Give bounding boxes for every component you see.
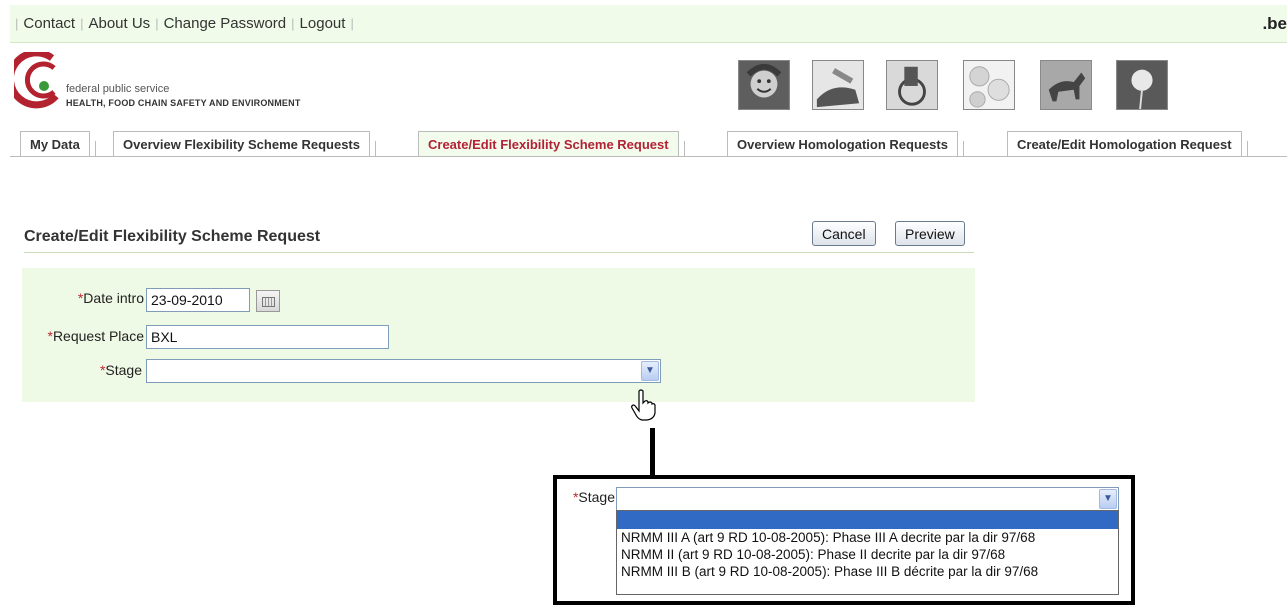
stage-select[interactable]: ▼: [146, 359, 661, 383]
logo-line-2: HEALTH, FOOD CHAIN SAFETY AND ENVIRONMEN…: [66, 98, 301, 108]
be-domain-logo[interactable]: .be: [1262, 14, 1287, 34]
callout-stage-label: *Stage: [572, 489, 615, 505]
horse-photo-icon: [1041, 61, 1091, 109]
separator: |: [155, 16, 159, 31]
separator: |: [15, 16, 19, 31]
dropdown-option-empty[interactable]: [617, 511, 1118, 529]
request-place-label: *Request Place: [47, 328, 144, 344]
tab-my-data[interactable]: My Data: [20, 131, 96, 157]
calendar-picker-icon[interactable]: [256, 290, 280, 312]
injection-photo-icon: [813, 61, 863, 109]
chevron-down-icon[interactable]: ▼: [1099, 489, 1117, 509]
date-intro-label: *Date intro: [77, 290, 144, 306]
hand-pointer-cursor-icon: [631, 389, 656, 421]
chevron-down-icon[interactable]: ▼: [641, 361, 659, 381]
header-photo-horse: [1040, 60, 1092, 110]
child-photo-icon: [739, 61, 789, 109]
tab-create-edit-flexibility-scheme-request[interactable]: Create/Edit Flexibility Scheme Request: [418, 131, 685, 157]
header-photo-child: [738, 60, 790, 110]
logo-line-1: federal public service: [66, 83, 170, 95]
header-photo-wheelchair: [886, 60, 938, 110]
cancel-button[interactable]: Cancel: [812, 221, 876, 246]
fps-logo-mark-icon: [14, 52, 59, 109]
request-form-panel: *Date intro 23-09-2010 *Request Place BX…: [22, 268, 975, 402]
dropdown-option-nrmm-iii-a[interactable]: NRMM III A (art 9 RD 10-08-2005): Phase …: [617, 529, 1118, 546]
fps-health-logo[interactable]: federal public service HEALTH, FOOD CHAI…: [14, 52, 314, 112]
separator: |: [350, 16, 354, 31]
header-photo-medical: [812, 60, 864, 110]
separator: |: [291, 16, 295, 31]
preview-button[interactable]: Preview: [895, 221, 965, 246]
callout-connector-line: [650, 428, 655, 476]
change-password-link[interactable]: Change Password: [164, 15, 287, 32]
header-photo-pills: [963, 60, 1015, 110]
separator: |: [80, 16, 84, 31]
top-utility-bar: | Contact | About Us | Change Password |…: [10, 5, 1287, 43]
header-photo-dandelion: [1116, 60, 1168, 110]
about-us-link[interactable]: About Us: [88, 15, 150, 32]
date-intro-input[interactable]: 23-09-2010: [146, 288, 250, 312]
callout-stage-select[interactable]: ▼: [616, 487, 1119, 511]
request-place-input[interactable]: BXL: [146, 325, 389, 349]
logout-link[interactable]: Logout: [300, 15, 346, 32]
tab-baseline: [10, 156, 1287, 157]
tab-create-edit-homologation-request[interactable]: Create/Edit Homologation Request: [1007, 131, 1248, 157]
stage-label: *Stage: [99, 362, 142, 378]
pills-photo-icon: [964, 61, 1014, 109]
wheelchair-photo-icon: [887, 61, 937, 109]
dandelion-photo-icon: [1117, 61, 1167, 109]
tab-overview-homologation-requests[interactable]: Overview Homologation Requests: [727, 131, 964, 157]
stage-dropdown-list: NRMM III A (art 9 RD 10-08-2005): Phase …: [616, 510, 1119, 595]
dropdown-option-nrmm-iii-b[interactable]: NRMM III B (art 9 RD 10-08-2005): Phase …: [617, 563, 1118, 580]
dropdown-option-nrmm-ii[interactable]: NRMM II (art 9 RD 10-08-2005): Phase II …: [617, 546, 1118, 563]
stage-dropdown-zoom-callout: *Stage ▼ NRMM III A (art 9 RD 10-08-2005…: [553, 475, 1135, 605]
contact-link[interactable]: Contact: [23, 15, 75, 32]
tab-overview-flexibility-scheme-requests[interactable]: Overview Flexibility Scheme Requests: [113, 131, 376, 157]
